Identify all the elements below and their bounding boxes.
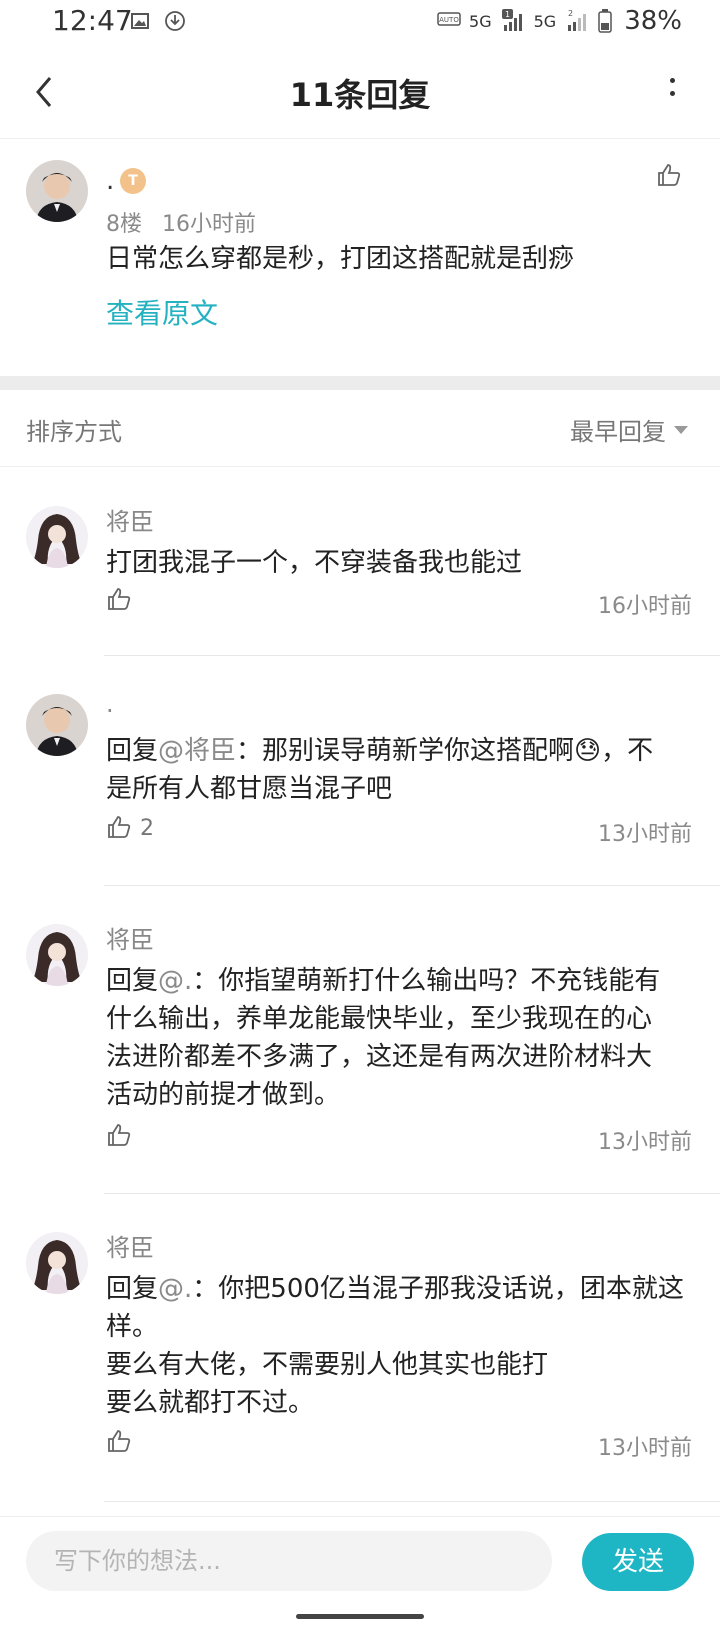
avatar[interactable] [26, 924, 88, 986]
post-time: 16小时前 [162, 212, 256, 237]
send-button[interactable]: 发送 [582, 1533, 694, 1591]
status-right-icons: AUTO 5G 1 5G 2 38% [437, 6, 682, 36]
status-time: 12:47 [52, 4, 133, 37]
dropdown-arrow-icon [674, 425, 688, 434]
reply-time: 16小时前 [598, 594, 692, 619]
reply-content: 打团我混子一个，不穿装备我也能过 [106, 548, 523, 578]
more-dot [669, 91, 675, 96]
thumbs-up-icon [108, 1430, 131, 1452]
reply-username[interactable]: . [106, 690, 114, 718]
like-count: 2 [140, 816, 154, 841]
avatar[interactable] [26, 694, 88, 756]
status-bar: 12:47 AUTO 5G 1 5G 2 38% [0, 0, 720, 44]
reply-item: 将臣 打团我混子一个，不穿装备我也能过 16小时前 [0, 468, 720, 656]
status-left-icons [130, 10, 186, 32]
user-avatar-icon [26, 1232, 88, 1294]
reply-time: 13小时前 [598, 1130, 692, 1155]
view-original-link[interactable]: 查看原文 [106, 292, 218, 332]
avatar[interactable] [26, 506, 88, 568]
like-button[interactable] [106, 1122, 132, 1148]
home-indicator[interactable] [296, 1614, 424, 1619]
reply-item: . 回复@将臣：那别误导萌新学你这搭配啊😓，不是所有人都甘愿当混子吧 2 13小… [0, 656, 720, 886]
reply-prefix: 回复 [106, 736, 159, 766]
username[interactable]: . [106, 166, 114, 196]
post-floor: 8楼 [106, 212, 142, 237]
auto-hd-icon: AUTO [437, 12, 461, 26]
avatar[interactable] [26, 160, 88, 222]
sim1-badge: 1 [505, 10, 510, 19]
svg-text:AUTO: AUTO [439, 16, 459, 24]
reply-username[interactable]: 将臣 [106, 920, 154, 955]
reply-prefix: 回复 [106, 1274, 159, 1304]
reply-time: 13小时前 [598, 822, 692, 847]
reply-line: 要么就都打不过。 [106, 1388, 315, 1418]
thumbs-up-icon [108, 588, 131, 610]
sim2-badge: 2 [568, 9, 573, 18]
reply-line: 回复@.：你把500亿当混子那我没话说，团本就这样。 [106, 1270, 686, 1346]
nav-bar: 11条回复 [0, 48, 720, 139]
signal-icon-1: 1 [501, 9, 522, 31]
reply-item: 将臣 回复@.：你指望萌新打什么输出吗？不充钱能有什么输出，养单龙能最快毕业，至… [0, 886, 720, 1194]
more-options-button[interactable] [662, 78, 682, 112]
reply-content: 回复@将臣：那别误导萌新学你这搭配啊😓，不是所有人都甘愿当混子吧 [106, 732, 662, 808]
reply-item: 将臣 回复@.：你把500亿当混子那我没话说，团本就这样。 要么有大佬，不需要别… [0, 1194, 720, 1502]
reply-content: 回复@.：你指望萌新打什么输出吗？不充钱能有什么输出，养单龙能最快毕业，至少我现… [106, 962, 662, 1114]
download-icon [165, 11, 185, 31]
reply-prefix: 回复 [106, 966, 159, 996]
sort-label: 排序方式 [26, 418, 122, 446]
like-button[interactable] [106, 814, 132, 840]
mention-link[interactable]: @. [158, 966, 192, 996]
sort-value: 最早回复 [570, 418, 666, 446]
like-button[interactable] [106, 1428, 132, 1454]
composer-bar: 写下你的想法... 发送 [0, 1516, 720, 1605]
reply-line: 要么有大佬，不需要别人他其实也能打 [106, 1350, 549, 1380]
user-avatar-icon [26, 924, 88, 986]
comment-input[interactable]: 写下你的想法... [26, 1531, 552, 1591]
user-avatar-icon [26, 694, 88, 756]
avatar[interactable] [26, 1232, 88, 1294]
sort-dropdown[interactable]: 最早回复 [570, 412, 688, 447]
reply-time: 13小时前 [598, 1436, 692, 1461]
network-type-1: 5G [469, 11, 492, 31]
reply-username[interactable]: 将臣 [106, 1228, 154, 1263]
like-button[interactable] [106, 586, 132, 612]
mention-link[interactable]: @. [158, 1274, 192, 1304]
sort-row: 排序方式 最早回复 [0, 390, 720, 467]
post-content: 日常怎么穿都是秒，打团这搭配就是刮痧 [106, 244, 575, 274]
section-divider [0, 376, 720, 390]
thumbs-up-icon [108, 816, 131, 838]
network-type-2: 5G [533, 11, 557, 31]
original-post: . T 8楼 16小时前 日常怎么穿都是秒，打团这搭配就是刮痧 查看原文 [0, 140, 720, 376]
reply-separator [104, 1501, 720, 1502]
level-badge: T [120, 168, 146, 194]
battery-percent: 38% [624, 6, 682, 36]
user-avatar-icon [26, 506, 88, 568]
thumbs-up-icon [658, 164, 681, 186]
like-button[interactable] [656, 162, 682, 188]
reply-username[interactable]: 将臣 [106, 502, 154, 537]
page-title: 11条回复 [289, 76, 431, 114]
battery-icon [598, 9, 612, 33]
more-dot [669, 78, 675, 83]
reply-text: ：你把500亿当混子那我没话说，团本就这样。 [106, 1274, 684, 1342]
signal-icon-2: 2 [568, 9, 587, 31]
image-icon [131, 13, 149, 29]
user-avatar-icon [26, 160, 88, 222]
reply-content: 回复@.：你把500亿当混子那我没话说，团本就这样。 要么有大佬，不需要别人他其… [106, 1270, 686, 1422]
mention-link[interactable]: @将臣 [158, 736, 236, 766]
thumbs-up-icon [108, 1124, 131, 1146]
